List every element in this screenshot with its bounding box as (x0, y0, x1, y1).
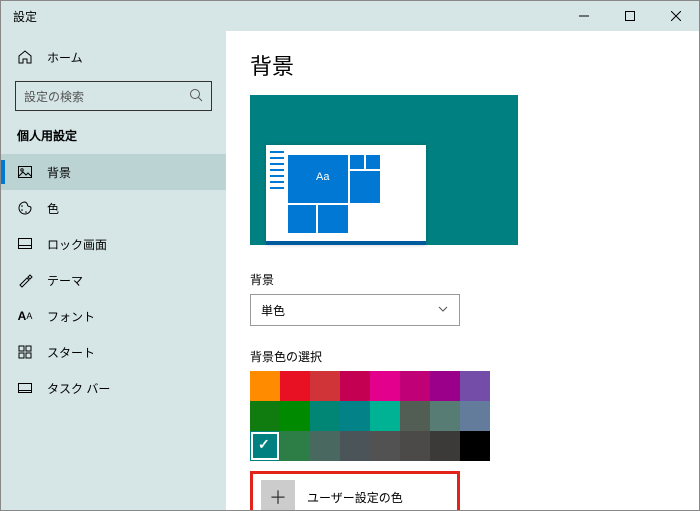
picture-icon (17, 164, 33, 180)
section-title: 個人用設定 (1, 123, 226, 154)
color-swatch[interactable] (340, 401, 370, 431)
home-icon (17, 49, 33, 65)
color-swatch[interactable] (370, 371, 400, 401)
nav-item-label: スタート (47, 344, 95, 361)
color-swatch[interactable] (460, 401, 490, 431)
plus-icon: ＋ (269, 484, 287, 510)
color-swatch[interactable] (310, 401, 340, 431)
nav-item-label: 背景 (47, 164, 71, 181)
color-swatch[interactable] (430, 401, 460, 431)
color-swatch[interactable] (280, 431, 310, 461)
nav-item-4[interactable]: AA フォント (1, 298, 226, 334)
nav-item-0[interactable]: 背景 (1, 154, 226, 190)
chevron-down-icon (437, 303, 449, 318)
palette-icon (17, 200, 33, 216)
sidebar: ホーム 設定の検索 個人用設定 背景色ロック画面テーマ AA フォントスタートタスク… (1, 31, 226, 510)
swatch-label: 背景色の選択 (250, 348, 675, 365)
color-swatch[interactable] (250, 401, 280, 431)
color-swatch-grid (250, 371, 675, 461)
color-swatch[interactable] (430, 371, 460, 401)
preview-sample-window: Aa (266, 145, 426, 245)
taskbar-icon (17, 380, 33, 396)
color-swatch[interactable] (430, 431, 460, 461)
color-swatch[interactable] (280, 371, 310, 401)
color-swatch[interactable] (280, 401, 310, 431)
color-swatch[interactable] (370, 431, 400, 461)
nav-item-label: 色 (47, 200, 59, 217)
color-swatch[interactable] (400, 401, 430, 431)
nav-item-label: フォント (47, 308, 95, 325)
maximize-button[interactable] (607, 1, 653, 31)
custom-color-row: ＋ ユーザー設定の色 (250, 471, 460, 510)
preview-aa: Aa (316, 171, 329, 183)
nav-item-3[interactable]: テーマ (1, 262, 226, 298)
page-title: 背景 (250, 49, 675, 81)
color-swatch[interactable] (340, 371, 370, 401)
custom-color-label: ユーザー設定の色 (307, 489, 403, 506)
search-icon (189, 88, 203, 105)
color-swatch[interactable] (400, 371, 430, 401)
color-swatch[interactable] (250, 431, 280, 461)
theme-icon (17, 272, 33, 288)
background-preview: Aa (250, 95, 518, 245)
background-type-label: 背景 (250, 271, 675, 288)
nav-item-5[interactable]: スタート (1, 334, 226, 370)
color-swatch[interactable] (400, 431, 430, 461)
add-custom-color-button[interactable]: ＋ (261, 480, 295, 510)
minimize-button[interactable] (561, 1, 607, 31)
nav-item-label: テーマ (47, 272, 83, 289)
home-label: ホーム (47, 49, 83, 66)
lock-screen-icon (17, 236, 33, 252)
background-type-dropdown[interactable]: 単色 (250, 294, 460, 326)
main-content: 背景 Aa 背景 単色 背景色の選択 (226, 31, 699, 510)
window-title: 設定 (13, 8, 561, 25)
color-swatch[interactable] (340, 431, 370, 461)
nav-item-label: タスク バー (47, 380, 110, 397)
dropdown-value: 単色 (261, 302, 285, 319)
nav-item-1[interactable]: 色 (1, 190, 226, 226)
search-placeholder: 設定の検索 (24, 88, 84, 105)
color-swatch[interactable] (310, 371, 340, 401)
font-icon: AA (17, 308, 33, 324)
nav-item-2[interactable]: ロック画面 (1, 226, 226, 262)
color-swatch[interactable] (250, 371, 280, 401)
start-icon (17, 344, 33, 360)
color-swatch[interactable] (310, 431, 340, 461)
close-button[interactable] (653, 1, 699, 31)
search-input[interactable]: 設定の検索 (15, 81, 212, 111)
titlebar: 設定 (1, 1, 699, 31)
color-swatch[interactable] (460, 431, 490, 461)
nav-item-6[interactable]: タスク バー (1, 370, 226, 406)
home-link[interactable]: ホーム (1, 39, 226, 75)
nav-item-label: ロック画面 (47, 236, 107, 253)
color-swatch[interactable] (370, 401, 400, 431)
color-swatch[interactable] (460, 371, 490, 401)
